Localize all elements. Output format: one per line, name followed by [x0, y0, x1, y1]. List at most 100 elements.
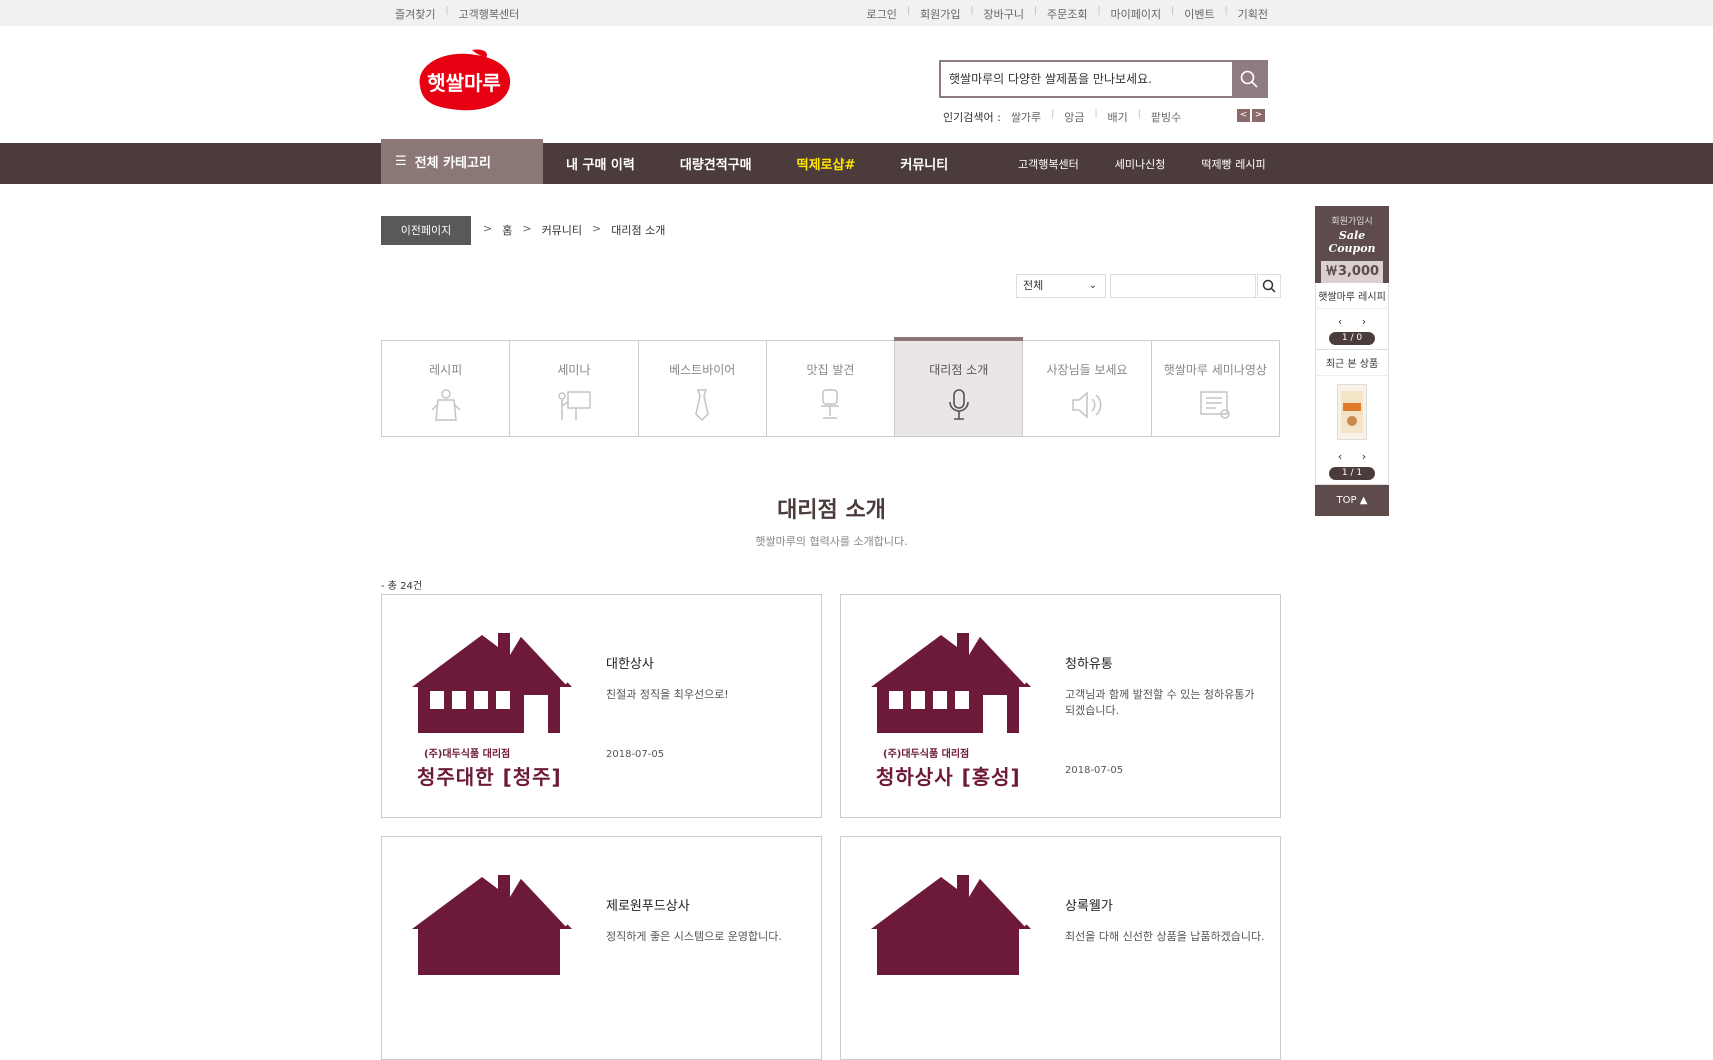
search-button[interactable] [1232, 62, 1266, 96]
recent-product-thumbnail[interactable] [1337, 384, 1367, 440]
chevron-right-icon[interactable]: > [1252, 109, 1265, 122]
nav-purchase-history[interactable]: 내 구매 이력 [566, 154, 635, 173]
site-logo[interactable]: 햇쌀마루 [412, 48, 516, 114]
popular-term[interactable]: 쌀가루 [1011, 109, 1041, 125]
board-search-input[interactable] [1110, 274, 1256, 298]
nav-items: 내 구매 이력 대량견적구매 떡제로샵# 커뮤니티 [566, 143, 948, 184]
popular-term[interactable]: 앙금 [1064, 109, 1084, 125]
customer-center-link[interactable]: 고객행복센터 [459, 6, 520, 22]
tie-icon [695, 389, 710, 422]
cart-link[interactable]: 장바구니 [983, 6, 1023, 22]
divider: | [1171, 6, 1175, 16]
popular-term[interactable]: 배기 [1108, 109, 1128, 125]
agency-name: 대한상사 [606, 657, 654, 672]
nav-bulk-order[interactable]: 대량견적구매 [680, 154, 752, 173]
filter-value: 전체 [1023, 279, 1044, 292]
tab-seminar-video[interactable]: 햇쌀마루 세미나영상 [1152, 341, 1279, 436]
nav-shop[interactable]: 떡제로샵# [797, 154, 856, 173]
total-count: - 총 24건 [381, 581, 423, 592]
agency-date: 2018-07-05 [1065, 765, 1124, 776]
tab-restaurant[interactable]: 맛집 발견 [767, 341, 896, 436]
chevron-down-icon: ⌄ [1088, 280, 1097, 291]
recent-products-title: 최근 본 상품 [1316, 350, 1388, 376]
agency-thumb-small: (주)대두식품 대리점 [883, 749, 970, 760]
quick-sidebar: 회원가입시 Sale Coupon ￦3,000 햇쌀마루 레시피 ‹ › 1 … [1315, 206, 1389, 516]
presentation-icon [558, 391, 591, 420]
community-tabs: 레시피 세미나 베스트바이어 맛집 발견 대리점 소개 사장님들 보세요 햇쌀마… [381, 337, 1280, 437]
tab-label: 레시피 [429, 363, 463, 377]
tab-recipe[interactable]: 레시피 [382, 341, 511, 436]
mypage-link[interactable]: 마이페이지 [1111, 6, 1162, 22]
agency-card[interactable]: (주)대두식품 대리점 청하상사 [홍성] 청하유통 고객님과 함께 발전할 수… [840, 594, 1281, 818]
chevron-left-icon[interactable]: < [1237, 109, 1250, 122]
speaker-icon [1072, 391, 1102, 419]
agency-thumbnail: (주)대두식품 대리점 청주대한 [청주] [412, 625, 587, 795]
agency-desc: 최선을 다해 신선한 상품을 납품하겠습니다. [1065, 930, 1265, 943]
agency-thumb-big: 청하상사 [홍성] [876, 765, 1021, 789]
recipe-pager: 1 / 0 [1329, 332, 1375, 345]
tab-agency[interactable]: 대리점 소개 [894, 337, 1024, 436]
login-link[interactable]: 로그인 [867, 6, 897, 22]
prev-page-button[interactable]: 이전페이지 [381, 216, 471, 245]
utility-bar: 즐겨찾기 | 고객행복센터 로그인 | 회원가입 | 장바구니 | 주문조회 |… [0, 0, 1713, 26]
breadcrumb-community[interactable]: 커뮤니티 [542, 222, 582, 238]
agency-card[interactable]: 상록웰가 최선을 다해 신선한 상품을 납품하겠습니다. [840, 836, 1281, 1060]
scroll-top-button[interactable]: TOP ▲ [1315, 485, 1389, 516]
nav-right-links: 고객행복센터 세미나신청 떡제빵 레시피 [1018, 143, 1266, 184]
agency-card[interactable]: 제로원푸드상사 정직하게 좋은 시스템으로 운영합니다. [381, 836, 822, 1060]
divider: | [1224, 6, 1228, 16]
popular-label: 인기검색어 : [943, 111, 1001, 124]
agency-thumbnail [412, 867, 587, 1037]
tab-label: 베스트바이어 [669, 363, 736, 377]
menu-icon: ☰ [395, 154, 407, 169]
event-link[interactable]: 이벤트 [1184, 6, 1214, 22]
tab-label: 맛집 발견 [806, 363, 855, 377]
breadcrumb-home[interactable]: 홈 [502, 222, 512, 238]
chevron-right-icon: > [483, 222, 493, 235]
bookmark-link[interactable]: 즐겨찾기 [395, 6, 435, 22]
order-lookup-link[interactable]: 주문조회 [1047, 6, 1087, 22]
agency-name: 제로원푸드상사 [606, 899, 690, 914]
search-icon [1240, 70, 1258, 88]
divider: | [906, 6, 910, 16]
agency-date: 2018-07-05 [606, 749, 665, 760]
recipe-arrows[interactable]: ‹ › [1316, 309, 1388, 328]
tab-seminar[interactable]: 세미나 [510, 341, 639, 436]
nav-community[interactable]: 커뮤니티 [900, 154, 948, 173]
all-category-button[interactable]: ☰ 전체 카테고리 [381, 139, 543, 184]
tab-owners[interactable]: 사장님들 보세요 [1023, 341, 1152, 436]
tab-label: 세미나 [557, 363, 591, 377]
search-icon [1262, 279, 1276, 293]
agency-desc: 친절과 정직을 최우선으로! [606, 688, 729, 701]
promotion-link[interactable]: 기획전 [1238, 6, 1268, 22]
nav-customer-center[interactable]: 고객행복센터 [1018, 156, 1079, 172]
breadcrumb: > 홈 > 커뮤니티 > 대리점 소개 [483, 222, 665, 238]
divider: | [1094, 109, 1098, 119]
breadcrumb-current: 대리점 소개 [611, 224, 666, 237]
agency-thumb-small: (주)대두식품 대리점 [424, 749, 511, 760]
chevron-right-icon: > [592, 222, 602, 235]
recent-arrows[interactable]: ‹ › [1316, 444, 1388, 463]
search-input[interactable] [941, 62, 1231, 96]
agency-card[interactable]: (주)대두식품 대리점 청주대한 [청주] 대한상사 친절과 정직을 최우선으로… [381, 594, 822, 818]
coupon-amount: ￦3,000 [1321, 261, 1383, 283]
apron-icon [431, 389, 461, 421]
svg-text:햇쌀마루: 햇쌀마루 [427, 71, 501, 95]
board-search-button[interactable] [1257, 274, 1281, 298]
agency-desc: 정직하게 좋은 시스템으로 운영합니다. [606, 930, 782, 943]
divider: | [1137, 109, 1141, 119]
recipe-box-title: 햇쌀마루 레시피 [1316, 283, 1388, 309]
nav-recipe[interactable]: 떡제빵 레시피 [1201, 156, 1265, 172]
tab-best-buyer[interactable]: 베스트바이어 [639, 341, 767, 436]
divider: | [445, 6, 449, 16]
divider: | [1051, 109, 1055, 119]
signup-coupon-banner[interactable]: 회원가입시 Sale Coupon ￦3,000 [1315, 206, 1389, 283]
chevron-right-icon: > [522, 222, 532, 235]
recipe-box: 햇쌀마루 레시피 ‹ › 1 / 0 [1315, 283, 1389, 350]
divider: | [1097, 6, 1101, 16]
popular-term[interactable]: 팥빙수 [1151, 109, 1181, 125]
page-title: 대리점 소개 [777, 498, 886, 523]
filter-select[interactable]: 전체 ⌄ [1016, 274, 1106, 298]
signup-link[interactable]: 회원가입 [920, 6, 960, 22]
nav-seminar-apply[interactable]: 세미나신청 [1115, 156, 1166, 172]
